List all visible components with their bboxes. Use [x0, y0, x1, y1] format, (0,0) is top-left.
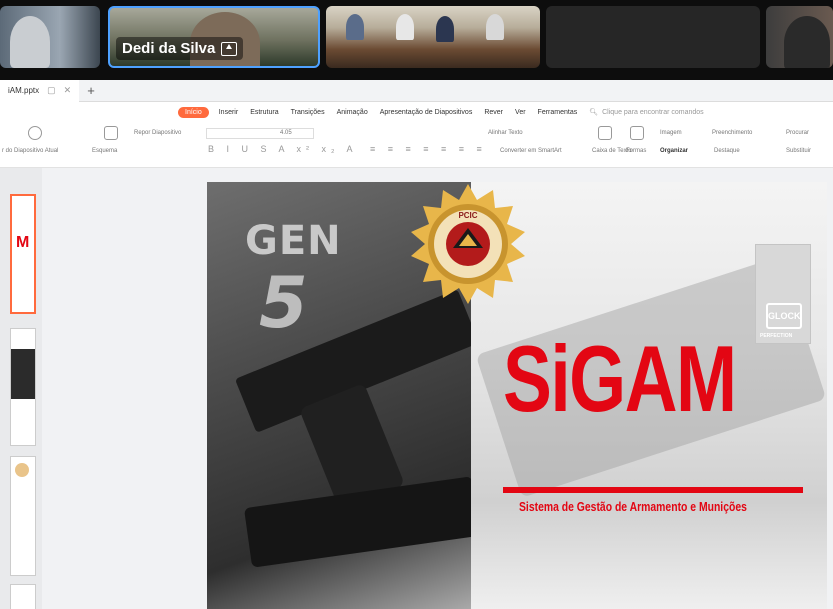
menu-item-ferramentas[interactable]: Ferramentas: [538, 109, 578, 116]
menu-item-animacao[interactable]: Animação: [337, 109, 368, 116]
glock-logo-box: GLOCK PERFECTION: [755, 244, 811, 344]
command-search-input[interactable]: Clique para encontrar comandos: [602, 109, 704, 116]
participant-video: [396, 14, 414, 40]
pcic-seal-icon: PCIC: [411, 184, 525, 304]
menu-item-transicoes[interactable]: Transições: [291, 109, 325, 116]
image-button[interactable]: Imagem: [660, 130, 682, 136]
participant-video: [436, 16, 454, 42]
participant-name-tag: Dedi da Silva: [116, 37, 244, 60]
shapes-icon[interactable]: [630, 126, 644, 140]
slide-thumbnail[interactable]: M: [10, 194, 36, 314]
screen-share-icon: [221, 41, 238, 56]
gen-label: GEN: [245, 218, 342, 264]
align-text-button[interactable]: Alinhar Texto: [488, 130, 523, 136]
document-tab-label: iAM.pptx: [8, 86, 40, 95]
text-box-icon[interactable]: [598, 126, 612, 140]
reset-slide-button[interactable]: Repor Diapositivo: [134, 130, 181, 136]
participant-video: [486, 14, 504, 40]
paragraph-buttons[interactable]: ≡ ≡ ≡ ≡ ≡ ≡ ≡: [370, 144, 487, 154]
menu-item-inserir[interactable]: Inserir: [219, 109, 238, 116]
search-icon: 🔍︎: [589, 109, 599, 116]
video-tile[interactable]: [326, 6, 540, 68]
slide-title[interactable]: SiGAM: [503, 332, 737, 426]
video-tile[interactable]: [546, 6, 760, 68]
menu-bar: Início Inserir Estrutura Transições Anim…: [0, 102, 833, 122]
title-underline: [503, 487, 803, 493]
replace-button[interactable]: Substituir: [786, 148, 811, 154]
video-tile[interactable]: [0, 6, 100, 68]
slide-thumbnail[interactable]: [10, 328, 36, 446]
layout-button[interactable]: Esquema: [92, 148, 117, 154]
participant-video: [784, 16, 830, 68]
screen: Dedi da Silva iAM.pptx ▢ ✕ + Início Inse…: [0, 0, 833, 609]
fill-button[interactable]: Preenchimento: [712, 130, 752, 136]
menu-item-rever[interactable]: Rever: [484, 109, 503, 116]
convert-smartart-button[interactable]: Converter em SmartArt: [500, 148, 562, 154]
video-strip: Dedi da Silva: [0, 0, 833, 80]
brand-logo: GLOCK: [766, 303, 802, 329]
slide-subtitle[interactable]: Sistema de Gestão de Armamento e Muniçõe…: [519, 499, 747, 514]
play-icon[interactable]: [28, 126, 42, 140]
video-tile-active[interactable]: Dedi da Silva: [108, 6, 320, 68]
document-tab[interactable]: iAM.pptx ▢ ✕: [0, 79, 80, 102]
participant-video: [346, 14, 364, 40]
menu-item-inicio[interactable]: Início: [178, 106, 209, 118]
menu-item-apresentacao[interactable]: Apresentação de Diapositivos: [380, 109, 473, 116]
font-name-select[interactable]: [206, 128, 314, 139]
close-icon[interactable]: ✕: [64, 85, 72, 96]
slide-thumbnails-panel[interactable]: M: [0, 168, 42, 609]
video-tile[interactable]: [766, 6, 833, 68]
slide-thumbnail[interactable]: [10, 584, 36, 609]
editor-workspace: M GEN 5 GLOCK PERFECTION PCIC SiGAM Sist…: [0, 168, 833, 609]
gen-number: 5: [259, 262, 308, 344]
text-format-buttons[interactable]: B I U S A x² x₂ A: [208, 144, 358, 154]
slide-canvas[interactable]: GEN 5 GLOCK PERFECTION PCIC SiGAM Sistem…: [207, 182, 827, 609]
slide-thumbnail[interactable]: [10, 456, 36, 576]
new-tab-button[interactable]: +: [87, 83, 95, 98]
font-size-select[interactable]: 4.05: [280, 130, 292, 136]
pin-icon[interactable]: ▢: [47, 85, 56, 96]
highlight-button[interactable]: Destaque: [714, 148, 740, 154]
arrange-button[interactable]: Organizar: [660, 148, 688, 154]
seal-text: PCIC: [458, 211, 477, 220]
participant-video: [10, 16, 50, 68]
from-current-slide-button[interactable]: r do Diapositivo Atual: [2, 148, 58, 154]
menu-item-ver[interactable]: Ver: [515, 109, 526, 116]
document-tab-bar: iAM.pptx ▢ ✕ +: [0, 79, 833, 102]
thumbnail-preview: [15, 463, 29, 477]
shapes-button[interactable]: Formas: [626, 148, 646, 154]
thumbnail-preview: [11, 349, 35, 399]
find-button[interactable]: Procurar: [786, 130, 809, 136]
participant-name: Dedi da Silva: [122, 40, 216, 57]
menu-item-estrutura[interactable]: Estrutura: [250, 109, 278, 116]
brand-tagline: PERFECTION: [760, 333, 793, 339]
layout-icon[interactable]: [104, 126, 118, 140]
thumbnail-preview: M: [16, 234, 30, 251]
ribbon-toolbar: r do Diapositivo Atual Esquema Repor Dia…: [0, 122, 833, 168]
